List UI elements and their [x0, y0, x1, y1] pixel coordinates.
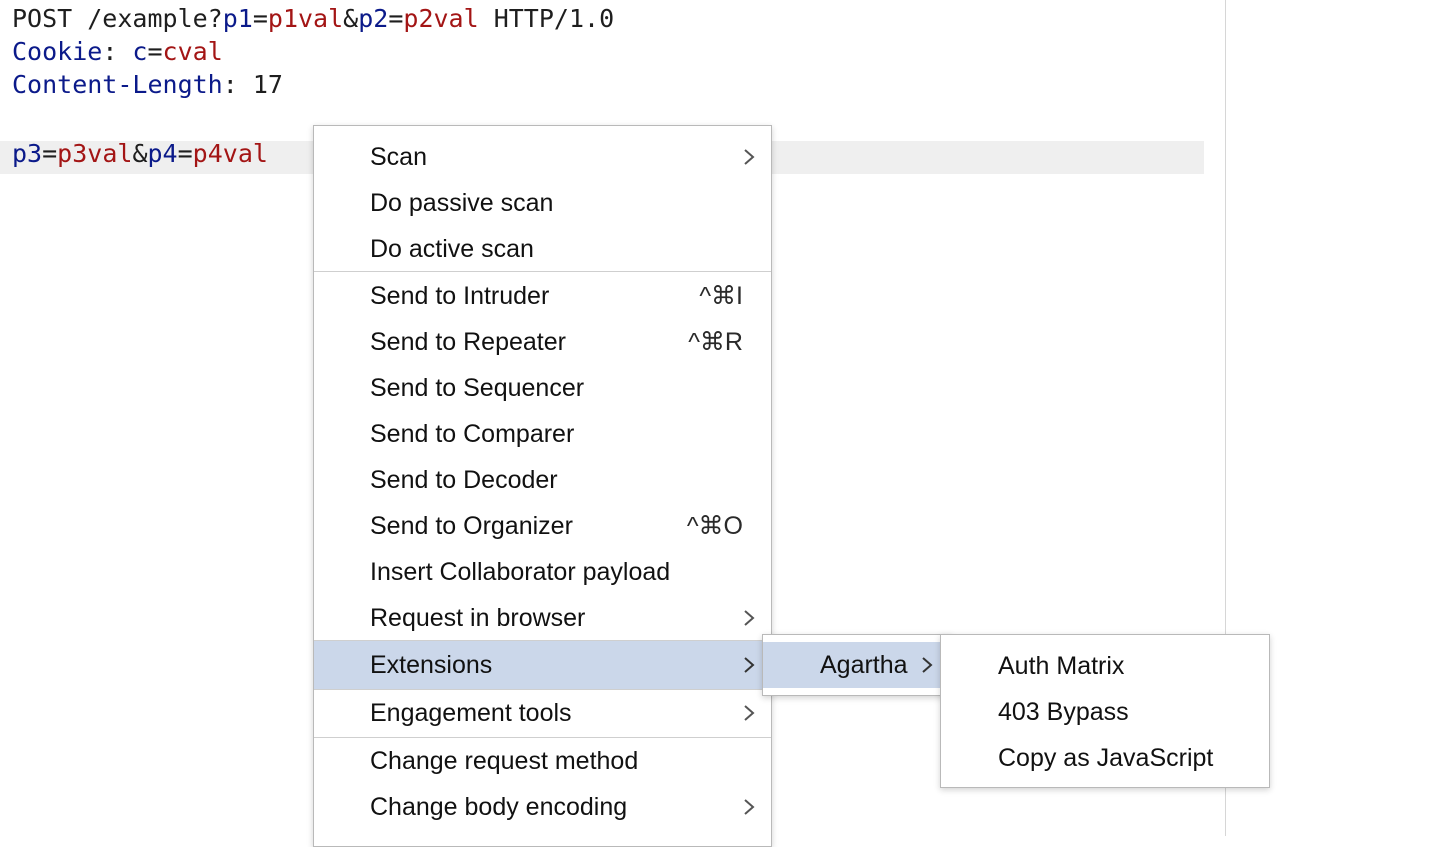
menu-item-send-to-comparer[interactable]: Send to Comparer — [314, 411, 771, 457]
menu-item-shortcut: ^⌘I — [699, 282, 743, 310]
menu-item-change-request-method[interactable]: Change request method — [314, 738, 771, 784]
menu-item-label: Send to Repeater — [370, 328, 566, 356]
content-length-header-line[interactable]: Content-Length: 17 — [12, 68, 283, 102]
menu-item-label: Auth Matrix — [998, 652, 1125, 680]
menu-item-insert-collaborator-payload[interactable]: Insert Collaborator payload — [314, 549, 771, 595]
menu-item-copy-as-javascript[interactable]: Copy as JavaScript — [941, 735, 1269, 781]
context-menu: Scan Do passive scan Do active scan Send… — [313, 125, 772, 847]
param-p1-key: p1 — [222, 4, 253, 33]
menu-item-label: Extensions — [370, 651, 493, 679]
menu-item-engagement-tools[interactable]: Engagement tools — [314, 690, 771, 736]
param-amp: & — [132, 139, 148, 168]
cookie-key: c — [132, 37, 148, 66]
menu-item-extensions[interactable]: Extensions — [314, 641, 771, 689]
param-p4-key: p4 — [147, 139, 178, 168]
menu-item-auth-matrix[interactable]: Auth Matrix — [941, 643, 1269, 689]
request-protocol: HTTP/1.0 — [478, 4, 615, 33]
menu-item-label: Send to Decoder — [370, 466, 558, 494]
menu-item-label: Do passive scan — [370, 189, 554, 217]
chevron-right-icon — [922, 657, 933, 673]
menu-item-agartha[interactable]: Agartha — [763, 642, 943, 688]
chevron-right-icon — [744, 657, 755, 673]
menu-item-change-body-encoding[interactable]: Change body encoding — [314, 784, 771, 830]
cookie-eq: = — [147, 37, 163, 66]
chevron-right-icon — [744, 610, 755, 626]
menu-item-label: Engagement tools — [370, 699, 572, 727]
param-p3-value: p3val — [57, 139, 133, 168]
menu-item-send-to-decoder[interactable]: Send to Decoder — [314, 457, 771, 503]
cookie-value: cval — [162, 37, 223, 66]
menu-item-label: Change request method — [370, 747, 639, 775]
chevron-right-icon — [744, 705, 755, 721]
menu-item-label: 403 Bypass — [998, 698, 1129, 726]
menu-item-label: Send to Organizer — [370, 512, 573, 540]
param-p1-value: p1val — [267, 4, 344, 33]
param-p4-value: p4val — [192, 139, 268, 168]
chevron-right-icon — [744, 149, 755, 165]
param-p2-value: p2val — [403, 4, 479, 33]
menu-item-do-active-scan[interactable]: Do active scan — [314, 226, 771, 272]
body-line[interactable]: p3=p3val&p4=p4val — [12, 137, 268, 171]
header-name-content-length: Content-Length — [12, 70, 223, 99]
menu-item-shortcut: ^⌘R — [688, 328, 743, 356]
menu-item-label: Agartha — [820, 651, 908, 679]
param-p3-eq: = — [42, 139, 58, 168]
menu-item-label: Change body encoding — [370, 793, 628, 821]
param-p4-eq: = — [177, 139, 193, 168]
header-separator: : — [102, 37, 133, 66]
menu-item-send-to-repeater[interactable]: Send to Repeater ^⌘R — [314, 319, 771, 365]
param-p3-key: p3 — [12, 139, 43, 168]
header-separator: : — [222, 70, 253, 99]
menu-item-label: Scan — [370, 143, 427, 171]
param-p2-key: p2 — [358, 4, 389, 33]
menu-item-scan[interactable]: Scan — [314, 134, 771, 180]
menu-separator — [314, 271, 771, 272]
chevron-right-icon — [744, 799, 755, 815]
header-name-cookie: Cookie — [12, 37, 103, 66]
menu-item-shortcut: ^⌘O — [686, 512, 743, 540]
menu-item-send-to-organizer[interactable]: Send to Organizer ^⌘O — [314, 503, 771, 549]
extensions-submenu: Agartha — [762, 634, 952, 696]
menu-item-send-to-intruder[interactable]: Send to Intruder ^⌘I — [314, 273, 771, 319]
param-p2-eq: = — [388, 4, 404, 33]
menu-item-label: Insert Collaborator payload — [370, 558, 671, 586]
menu-item-label: Request in browser — [370, 604, 586, 632]
menu-item-403-bypass[interactable]: 403 Bypass — [941, 689, 1269, 735]
cookie-header-line[interactable]: Cookie: c=cval — [12, 35, 223, 69]
request-method-path: POST /example? — [12, 4, 223, 33]
param-amp: & — [343, 4, 359, 33]
menu-item-label: Copy as JavaScript — [998, 744, 1214, 772]
menu-item-label: Send to Comparer — [370, 420, 575, 448]
agartha-submenu: Auth Matrix 403 Bypass Copy as JavaScrip… — [940, 634, 1270, 788]
menu-item-do-passive-scan[interactable]: Do passive scan — [314, 180, 771, 226]
menu-item-label: Do active scan — [370, 235, 534, 263]
menu-item-request-in-browser[interactable]: Request in browser — [314, 595, 771, 641]
request-line[interactable]: POST /example?p1=p1val&p2=p2val HTTP/1.0 — [12, 2, 614, 36]
content-length-value: 17 — [252, 70, 283, 99]
menu-item-label: Send to Sequencer — [370, 374, 585, 402]
menu-item-send-to-sequencer[interactable]: Send to Sequencer — [314, 365, 771, 411]
menu-item-label: Send to Intruder — [370, 282, 550, 310]
param-p1-eq: = — [252, 4, 268, 33]
